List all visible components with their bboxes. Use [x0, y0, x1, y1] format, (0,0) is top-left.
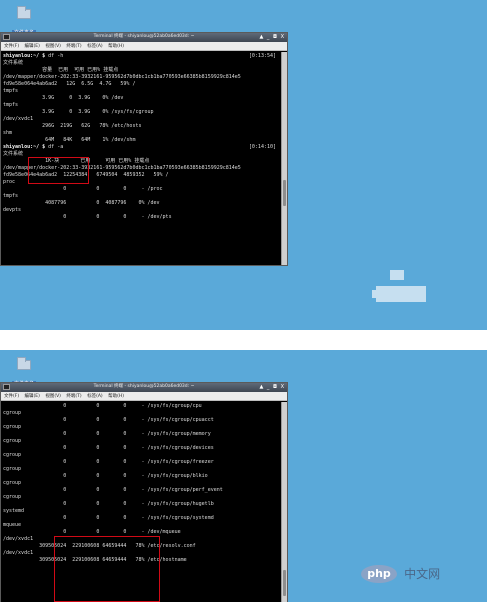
output-line: cgroup	[3, 410, 22, 416]
output-line: 4087796 0 4087796 0% /dev	[3, 200, 160, 206]
menu-tabs[interactable]: 标签(A)	[87, 394, 103, 399]
output-line: cgroup	[3, 494, 22, 500]
scrollbar[interactable]	[281, 52, 287, 265]
window-controls[interactable]: ▲ _ ◘ X	[260, 34, 286, 40]
output-line: fd9e58e064e4ab6ad2 12G 6.5G 4.7G 59% /	[3, 81, 136, 87]
menu-view[interactable]: 视图(V)	[45, 44, 61, 49]
menu-file[interactable]: 文件(F)	[4, 44, 19, 49]
menu-tabs[interactable]: 标签(A)	[87, 44, 103, 49]
output-line: cgroup	[3, 438, 22, 444]
command-time: [0:13:54]	[248, 53, 276, 59]
window-titlebar[interactable]: Terminal 终端 - shiyanlou@52ab0a6ed03d: ~ …	[1, 33, 287, 42]
site-name: 中文网	[404, 566, 441, 581]
menu-bar: 文件(F) 编辑(E) 视图(V) 终端(T) 标签(A) 帮助(H)	[1, 392, 287, 401]
scrollbar-thumb[interactable]	[283, 180, 286, 206]
output-line: 0 0 0 - /sys/fs/cgroup/memory	[3, 431, 211, 437]
php-cn-watermark: php 中文网	[361, 563, 440, 583]
window-title: Terminal 终端 - shiyanlou@52ab0a6ed03d: ~	[93, 34, 195, 39]
window-controls[interactable]: ▲ _ ◘ X	[260, 384, 286, 390]
menu-edit[interactable]: 编辑(E)	[25, 44, 40, 49]
output-line: 文件系统	[3, 60, 24, 66]
output-line: 0 0 0 - /sys/fs/cgroup/hugetlb	[3, 501, 214, 507]
highlight-box	[28, 157, 89, 184]
command-text: df -a	[45, 144, 64, 150]
command-text: df -h	[45, 53, 64, 59]
output-line: tmpfs	[3, 102, 19, 108]
output-line: /dev/mapper/docker-202:33-3932161-959562…	[3, 74, 241, 80]
command-time: [0:14:10]	[248, 144, 276, 150]
output-line: systemd	[3, 508, 25, 514]
output-line: 0 0 0 - /sys/fs/cgroup/cpu	[3, 403, 202, 409]
menu-bar: 文件(F) 编辑(E) 视图(V) 终端(T) 标签(A) 帮助(H)	[1, 42, 287, 51]
desktop-top: 文件夹名 Terminal 终端 - shiyanlou@52ab0a6ed03…	[0, 0, 487, 330]
output-line: 0 0 0 - /sys/fs/cgroup/perf_event	[3, 487, 223, 493]
scrollbar-thumb[interactable]	[283, 570, 286, 596]
output-line: 0 0 0 - /sys/fs/cgroup/cpuacct	[3, 417, 214, 423]
menu-view[interactable]: 视图(V)	[45, 394, 61, 399]
scrollbar[interactable]	[281, 402, 287, 602]
output-line: mqueue	[3, 522, 22, 528]
output-line: 0 0 0 - /sys/fs/cgroup/freezer	[3, 459, 214, 465]
menu-terminal[interactable]: 终端(T)	[66, 394, 81, 399]
window-title: Terminal 终端 - shiyanlou@52ab0a6ed03d: ~	[93, 384, 195, 389]
shell-prompt: shiyanlou:~/ $	[3, 53, 46, 59]
menu-terminal[interactable]: 终端(T)	[66, 44, 81, 49]
highlight-box	[54, 536, 160, 602]
output-line: /dev/xvdc1	[3, 116, 34, 122]
menu-file[interactable]: 文件(F)	[4, 394, 19, 399]
output-line: 0 0 0 - /sys/fs/cgroup/systemd	[3, 515, 214, 521]
window-titlebar[interactable]: Terminal 终端 - shiyanlou@52ab0a6ed03d: ~ …	[1, 383, 287, 392]
output-line: cgroup	[3, 480, 22, 486]
menu-help[interactable]: 帮助(H)	[108, 394, 124, 399]
output-line: 3.9G 0 3.9G 0% /dev	[3, 95, 124, 101]
shell-prompt: shiyanlou:~/ $	[3, 144, 46, 150]
output-line: 0 0 0 - /sys/fs/cgroup/blkio	[3, 473, 208, 479]
output-line: shm	[3, 130, 13, 136]
output-line: cgroup	[3, 466, 22, 472]
folder-icon	[17, 357, 31, 370]
output-line: cgroup	[3, 452, 22, 458]
output-line: 0 0 0 - /dev/mqueue	[3, 529, 181, 535]
command-line: shiyanlou:~/ $ df -h [0:13:54]	[3, 53, 279, 60]
output-line: 296G 219G 62G 78% /etc/hosts	[3, 123, 142, 129]
output-line: 64M 84K 64M 1% /dev/shm	[3, 137, 136, 143]
menu-help[interactable]: 帮助(H)	[108, 44, 124, 49]
output-line: 3.9G 0 3.9G 0% /sys/fs/cgroup	[3, 109, 154, 115]
output-line: 0 0 0 - /proc	[3, 186, 163, 192]
terminal-window-top: Terminal 终端 - shiyanlou@52ab0a6ed03d: ~ …	[0, 32, 288, 266]
folder-icon	[17, 6, 31, 19]
output-line: cgroup	[3, 424, 22, 430]
output-line: 0 0 0 - /sys/fs/cgroup/devices	[3, 445, 214, 451]
output-line: tmpfs	[3, 193, 19, 199]
php-badge: php	[361, 564, 397, 583]
command-line: shiyanlou:~/ $ df -a [0:14:10]	[3, 144, 279, 151]
output-line: 0 0 0 - /dev/pts	[3, 214, 172, 220]
output-line: tmpfs	[3, 88, 19, 94]
php-logo-watermark	[372, 270, 428, 302]
output-line: 容量 已用 可用 已用% 挂载点	[3, 67, 119, 73]
menu-edit[interactable]: 编辑(E)	[25, 394, 40, 399]
output-line: devpts	[3, 207, 22, 213]
